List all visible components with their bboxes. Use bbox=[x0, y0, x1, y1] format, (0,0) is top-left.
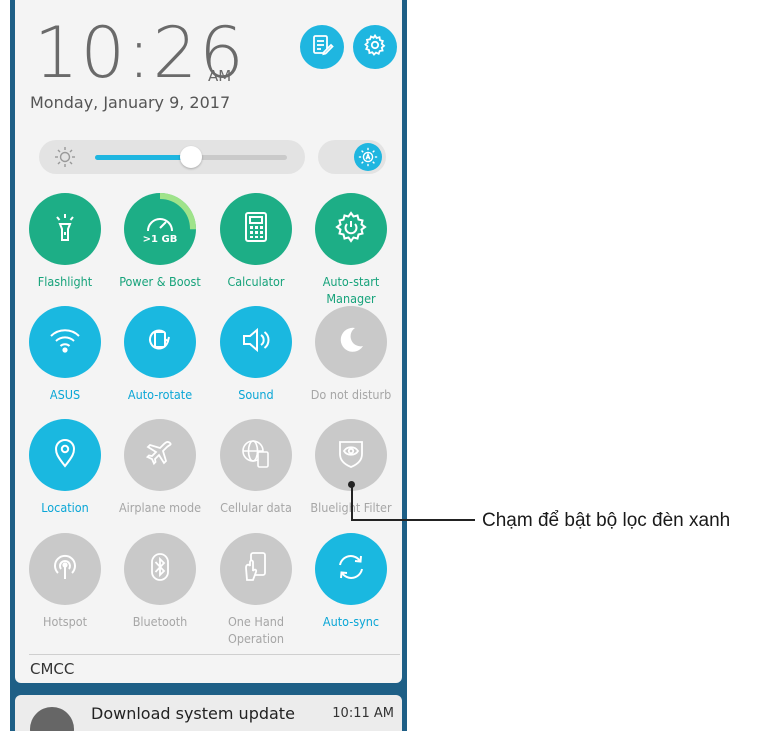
tile-label: Hotspot bbox=[42, 614, 88, 629]
tile-label: Do not disturb bbox=[310, 387, 392, 402]
callout-line-horizontal bbox=[351, 519, 475, 521]
tile-label: Location bbox=[41, 500, 89, 515]
tile-auto-sync[interactable]: Auto-sync bbox=[303, 533, 399, 631]
tile-label: Sound bbox=[238, 387, 274, 402]
calculator-button[interactable] bbox=[220, 193, 292, 265]
divider bbox=[29, 654, 400, 655]
gear-power-icon bbox=[334, 210, 368, 248]
tile-auto-start-manager[interactable]: Auto-start Manager bbox=[303, 193, 399, 307]
tile-auto-rotate[interactable]: Auto-rotate bbox=[112, 306, 208, 404]
tile-location[interactable]: Location bbox=[17, 419, 113, 517]
tile-label-line1: One Hand bbox=[227, 614, 285, 629]
clock-date: Monday, January 9, 2017 bbox=[30, 93, 231, 112]
flashlight-icon bbox=[48, 210, 82, 248]
power-boost-badge: >1 GB bbox=[142, 234, 178, 245]
globe-phone-icon bbox=[239, 436, 273, 474]
carrier-name: CMCC bbox=[30, 660, 75, 678]
clock-ampm: AM bbox=[208, 67, 232, 85]
wifi-button[interactable] bbox=[29, 306, 101, 378]
moon-icon bbox=[335, 324, 367, 360]
tile-label: ASUS bbox=[49, 387, 81, 402]
tile-label: Cellular data bbox=[220, 500, 292, 515]
notification-title: Download system update bbox=[91, 704, 295, 723]
one-hand-phone-icon bbox=[239, 550, 273, 588]
tile-label: Auto-rotate bbox=[127, 387, 193, 402]
tile-do-not-disturb[interactable]: Do not disturb bbox=[303, 306, 399, 404]
callout-text: Chạm để bật bộ lọc đèn xanh bbox=[482, 510, 731, 531]
auto-brightness-toggle[interactable] bbox=[318, 140, 386, 174]
location-pin-icon bbox=[51, 437, 79, 473]
tile-label: One Hand Operation bbox=[208, 613, 304, 647]
wifi-icon bbox=[48, 325, 82, 359]
airplane-mode-button[interactable] bbox=[124, 419, 196, 491]
brightness-knob[interactable] bbox=[180, 146, 202, 168]
tile-flashlight[interactable]: Flashlight bbox=[17, 193, 113, 291]
do-not-disturb-button[interactable] bbox=[315, 306, 387, 378]
power-boost-button[interactable]: >1 GB bbox=[124, 193, 196, 265]
airplane-icon bbox=[143, 436, 177, 474]
tile-power-boost[interactable]: >1 GB Power & Boost bbox=[112, 193, 208, 291]
tile-label-line2: Manager bbox=[326, 291, 376, 306]
tile-label: Airplane mode bbox=[118, 500, 202, 515]
settings-button[interactable] bbox=[353, 25, 397, 69]
sound-button[interactable] bbox=[220, 306, 292, 378]
hotspot-button[interactable] bbox=[29, 533, 101, 605]
tile-label: Flashlight bbox=[37, 274, 93, 289]
tile-hotspot[interactable]: Hotspot bbox=[17, 533, 113, 631]
auto-brightness-icon bbox=[354, 143, 382, 171]
download-icon bbox=[30, 707, 74, 731]
auto-sync-button[interactable] bbox=[315, 533, 387, 605]
cellular-data-button[interactable] bbox=[220, 419, 292, 491]
tile-one-hand-operation[interactable]: One Hand Operation bbox=[208, 533, 304, 647]
tile-calculator[interactable]: Calculator bbox=[208, 193, 304, 291]
tile-wifi[interactable]: ASUS bbox=[17, 306, 113, 404]
one-hand-button[interactable] bbox=[220, 533, 292, 605]
speaker-icon bbox=[239, 325, 273, 359]
auto-rotate-button[interactable] bbox=[124, 306, 196, 378]
callout-line-vertical bbox=[351, 484, 353, 520]
flashlight-button[interactable] bbox=[29, 193, 101, 265]
auto-start-button[interactable] bbox=[315, 193, 387, 265]
brightness-fill bbox=[95, 155, 191, 160]
sync-icon bbox=[334, 550, 368, 588]
phone-screen: 10:26 AM Monday, January 9, 2017 Flashli… bbox=[10, 0, 407, 731]
notes-edit-button[interactable] bbox=[300, 25, 344, 69]
tile-label: Bluetooth bbox=[132, 614, 188, 629]
tile-label: Auto-start Manager bbox=[303, 273, 399, 307]
notes-edit-icon bbox=[310, 33, 334, 61]
tile-airplane-mode[interactable]: Airplane mode bbox=[112, 419, 208, 517]
tile-label-line2: Operation bbox=[228, 631, 284, 646]
bluetooth-button[interactable] bbox=[124, 533, 196, 605]
tile-bluetooth[interactable]: Bluetooth bbox=[112, 533, 208, 631]
bluetooth-icon bbox=[145, 551, 175, 587]
calculator-icon bbox=[241, 211, 271, 247]
sun-icon bbox=[53, 145, 77, 173]
notification-card[interactable]: Download system update 10:11 AM bbox=[15, 695, 402, 731]
eye-shield-icon bbox=[336, 437, 366, 473]
location-button[interactable] bbox=[29, 419, 101, 491]
hotspot-icon bbox=[49, 551, 81, 587]
rotate-icon bbox=[143, 323, 177, 361]
quick-settings-panel: 10:26 AM Monday, January 9, 2017 Flashli… bbox=[15, 0, 402, 683]
tile-cellular-data[interactable]: Cellular data bbox=[208, 419, 304, 517]
tile-label: Auto-sync bbox=[322, 614, 380, 629]
gear-icon bbox=[363, 33, 387, 61]
brightness-slider[interactable] bbox=[39, 140, 305, 174]
tile-sound[interactable]: Sound bbox=[208, 306, 304, 404]
tile-label: Calculator bbox=[227, 274, 285, 289]
tile-label-line1: Auto-start bbox=[322, 274, 380, 289]
tile-label: Power & Boost bbox=[119, 274, 201, 289]
notification-time: 10:11 AM bbox=[332, 706, 394, 721]
